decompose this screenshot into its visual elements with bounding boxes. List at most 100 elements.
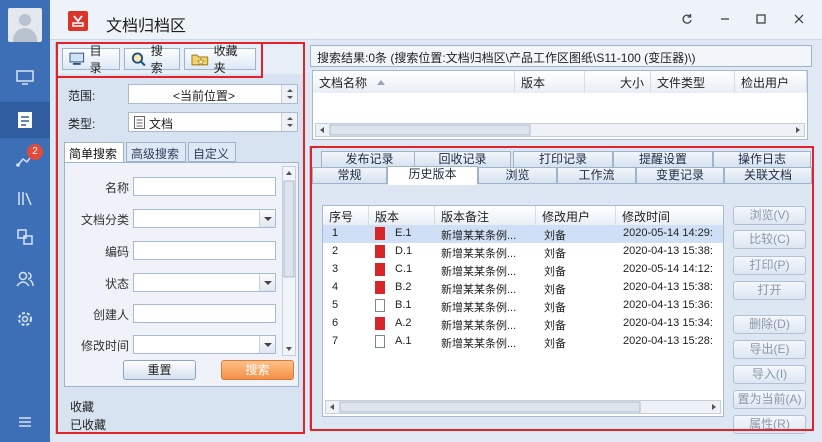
results-header: 搜索结果:0条 (搜索位置:文档归档区\产品工作区图纸\S11-100 (变压器…: [310, 45, 812, 67]
rail-item-library[interactable]: [0, 180, 50, 216]
col-no[interactable]: 序号: [323, 206, 369, 226]
col-modified-time[interactable]: 修改时间: [616, 206, 723, 226]
search-panel: 目录 搜索 收藏夹 范围: <当前位置> 类型: 文档 简单搜索 高级搜索 自定…: [55, 43, 305, 434]
import-button[interactable]: 导入(I): [733, 365, 806, 384]
simple-search-form: 名称 文档分类 编码 状态 创建人 修改时间 重置 搜索: [64, 162, 299, 387]
tab-catalog[interactable]: 目录: [62, 44, 120, 75]
spinner-icon[interactable]: [281, 113, 297, 131]
results-hscrollbar[interactable]: [315, 123, 805, 137]
col-checkout-user[interactable]: 检出用户: [735, 71, 807, 93]
modified-time-select[interactable]: [133, 335, 276, 354]
pdf-file-icon: [375, 317, 385, 330]
favorited-link[interactable]: 已收藏: [70, 416, 106, 433]
exchange-icon: [17, 229, 33, 245]
text-file-icon: [375, 335, 385, 348]
tab-workflow[interactable]: 工作流: [557, 167, 636, 184]
category-select[interactable]: [133, 209, 276, 228]
tab-history[interactable]: 历史版本: [387, 166, 478, 185]
history-row[interactable]: 2 D.1 新增某某条例... 刘备 2020-04-13 15:38:: [323, 243, 723, 261]
rail-item-users[interactable]: [0, 261, 50, 297]
text-file-icon: [375, 299, 385, 312]
results-table: 文档名称 版本 大小 文件类型 检出用户: [312, 70, 808, 140]
tab-search[interactable]: 搜索: [124, 44, 180, 75]
history-table: 序号 版本 版本备注 修改用户 修改时间 1 E.1 新增某某条例... 刘备 …: [322, 205, 724, 417]
type-label: 类型:: [68, 117, 96, 131]
close-icon: [794, 14, 804, 24]
tab-related-docs[interactable]: 关联文档: [724, 167, 812, 184]
tab-advanced-search[interactable]: 高级搜索: [126, 142, 186, 162]
creator-input[interactable]: [133, 304, 276, 323]
type-select[interactable]: 文档: [128, 112, 298, 132]
favorites-link[interactable]: 收藏: [70, 398, 94, 415]
print-button[interactable]: 打印(P): [733, 256, 806, 275]
code-input[interactable]: [133, 241, 276, 260]
name-label: 名称: [104, 181, 129, 195]
sort-up-icon: [377, 80, 385, 85]
open-button[interactable]: 打开: [733, 281, 806, 300]
status-select[interactable]: [133, 273, 276, 292]
history-row[interactable]: 3 C.1 新增某某条例... 刘备 2020-05-14 14:12:: [323, 261, 723, 279]
tab-operation-log[interactable]: 操作日志: [713, 151, 811, 168]
history-row[interactable]: 1 E.1 新增某某条例... 刘备 2020-05-14 14:29:: [323, 225, 723, 243]
pdf-file-icon: [375, 227, 385, 240]
properties-button[interactable]: 属性(R): [733, 415, 806, 434]
library-icon: [18, 192, 32, 206]
tab-catalog-label: 目录: [89, 44, 102, 75]
tab-simple-search[interactable]: 简单搜索: [64, 142, 124, 163]
rail-item-desktop[interactable]: [0, 60, 50, 96]
tab-general[interactable]: 常规: [312, 167, 387, 184]
pdf-file-icon: [375, 245, 385, 258]
name-input[interactable]: [133, 177, 276, 196]
tab-favorites[interactable]: 收藏夹: [184, 44, 256, 75]
col-size[interactable]: 大小: [585, 71, 651, 93]
tab-print-log[interactable]: 打印记录: [513, 151, 613, 168]
browse-button[interactable]: 浏览(V): [733, 206, 806, 225]
search-button[interactable]: 搜索: [221, 360, 294, 380]
monitor-icon: [69, 52, 85, 65]
refresh-button[interactable]: [678, 10, 696, 28]
tab-search-label: 搜索: [150, 44, 163, 75]
col-version[interactable]: 版本: [369, 206, 435, 226]
compare-button[interactable]: 比较(C): [733, 230, 806, 249]
spinner-icon[interactable]: [281, 85, 297, 103]
pdf-file-icon: [375, 281, 385, 294]
col-doc-name[interactable]: 文档名称: [313, 71, 515, 93]
form-scrollbar[interactable]: [282, 166, 296, 356]
col-modified-user[interactable]: 修改用户: [536, 206, 616, 226]
reset-button[interactable]: 重置: [123, 360, 196, 380]
history-row[interactable]: 4 B.2 新增某某条例... 刘备 2020-04-13 15:38:: [323, 279, 723, 297]
delete-button[interactable]: 删除(D): [733, 315, 806, 334]
rail-menu[interactable]: [0, 404, 50, 440]
maximize-button[interactable]: [752, 10, 770, 28]
avatar[interactable]: [8, 8, 42, 42]
tab-browse[interactable]: 浏览: [478, 167, 557, 184]
history-row[interactable]: 6 A.2 新增某某条例... 刘备 2020-04-13 15:34:: [323, 315, 723, 333]
history-hscrollbar[interactable]: [325, 400, 721, 414]
chevron-down-icon[interactable]: [259, 210, 275, 227]
history-row[interactable]: 5 B.1 新增某某条例... 刘备 2020-04-13 15:36:: [323, 297, 723, 315]
rail-item-workflow[interactable]: 2: [0, 142, 50, 178]
title-bar: 文档归档区: [50, 0, 822, 40]
folder-star-icon: [191, 54, 209, 66]
monitor-icon: [16, 70, 34, 85]
chevron-down-icon[interactable]: [259, 336, 275, 353]
minimize-icon: [721, 18, 729, 20]
close-button[interactable]: [790, 10, 808, 28]
rail-item-exchange[interactable]: [0, 219, 50, 255]
rail-item-documents[interactable]: [0, 102, 50, 138]
tab-change-record[interactable]: 变更记录: [636, 167, 724, 184]
tab-custom[interactable]: 自定义: [188, 142, 236, 162]
left-pane-tabs: 目录 搜索 收藏夹: [56, 44, 304, 75]
tab-reminder-settings[interactable]: 提醒设置: [613, 151, 713, 168]
scope-select[interactable]: <当前位置>: [128, 84, 298, 104]
export-button[interactable]: 导出(E): [733, 340, 806, 359]
status-label: 状态: [104, 277, 129, 291]
set-current-button[interactable]: 置为当前(A): [733, 390, 806, 409]
col-version-note[interactable]: 版本备注: [435, 206, 536, 226]
col-version[interactable]: 版本: [515, 71, 585, 93]
minimize-button[interactable]: [716, 10, 734, 28]
rail-item-settings[interactable]: [0, 301, 50, 337]
col-file-type[interactable]: 文件类型: [651, 71, 735, 93]
chevron-down-icon[interactable]: [259, 274, 275, 291]
history-row[interactable]: 7 A.1 新增某某条例... 刘备 2020-04-13 15:28:: [323, 333, 723, 351]
